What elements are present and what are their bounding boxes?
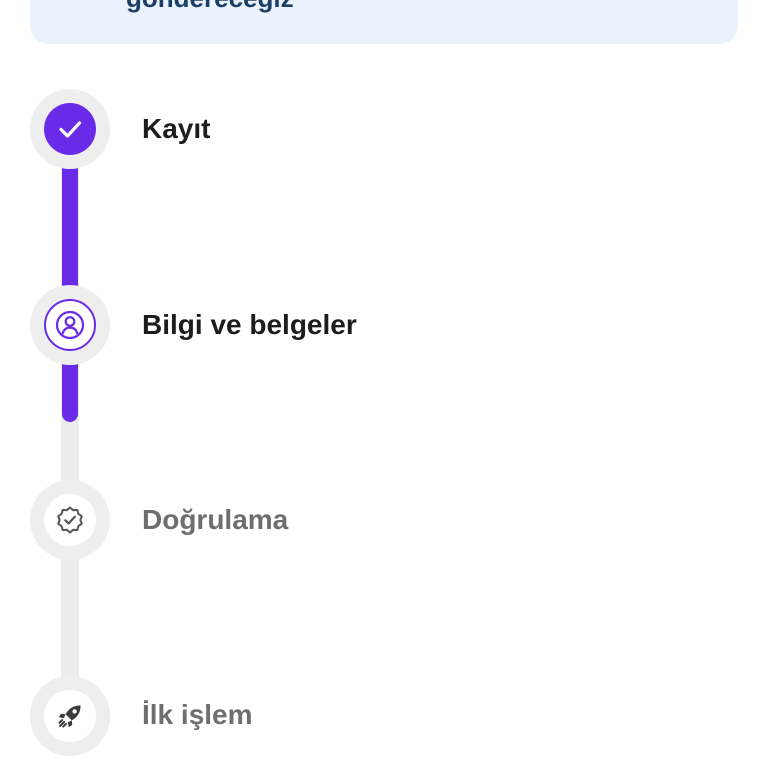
step-indicator-inner	[44, 690, 96, 742]
step-indicator-info-documents	[30, 285, 110, 365]
step-indicator-inner	[44, 494, 96, 546]
step-label-registration: Kayıt	[142, 113, 211, 144]
step-label-info-documents: Bilgi ve belgeler	[142, 309, 357, 340]
info-banner: göndereceğiz	[30, 0, 738, 44]
step-indicator-inner	[44, 103, 96, 155]
check-icon	[59, 121, 82, 138]
step-label-verification: Doğrulama	[142, 504, 289, 535]
info-banner-text: göndereceğiz	[126, 0, 294, 14]
verified-badge-icon	[57, 506, 83, 534]
step-indicator-inner	[44, 299, 96, 351]
step-indicator-registration	[30, 89, 110, 169]
rocket-icon	[58, 705, 81, 728]
onboarding-progress-screen: göndereceğiz Kayıt Bilgi ve belgeler	[0, 0, 768, 768]
step-label-first-transaction: İlk işlem	[142, 699, 253, 730]
step-indicator-first-transaction	[30, 676, 110, 756]
user-icon	[55, 310, 85, 340]
step-indicator-verification	[30, 480, 110, 560]
